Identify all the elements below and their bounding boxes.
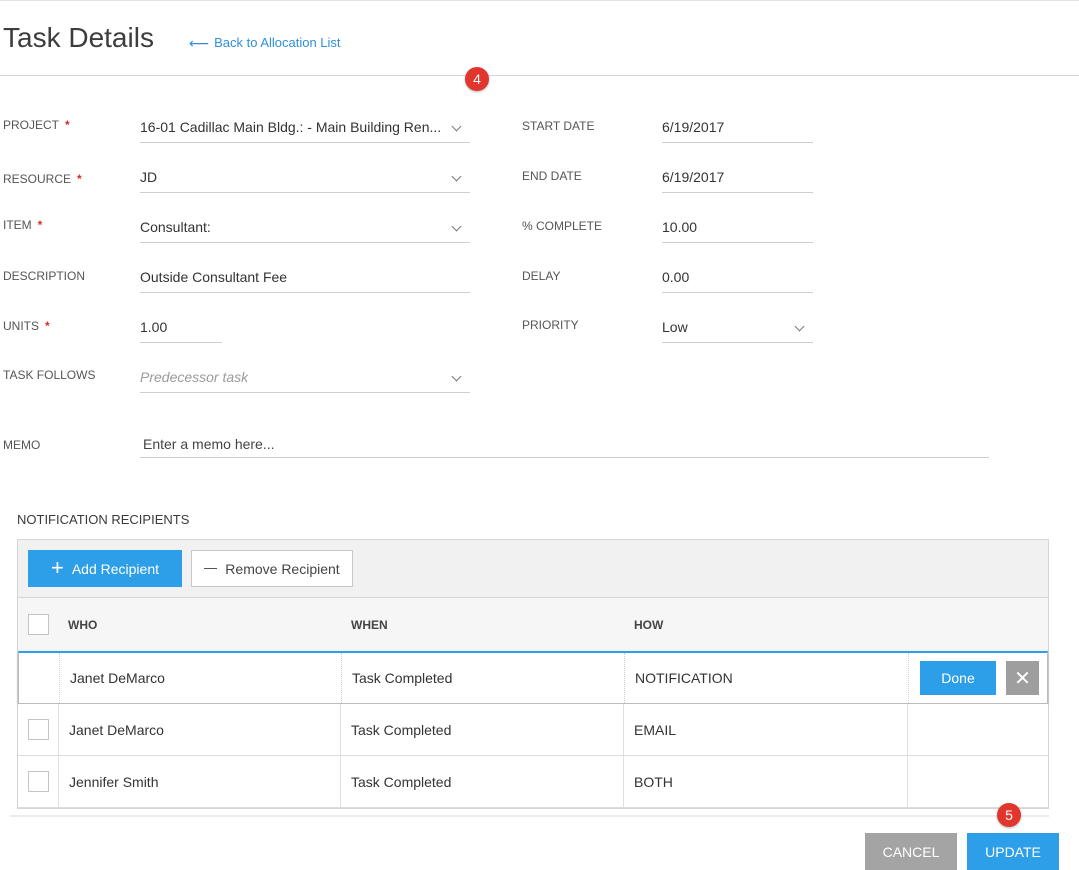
start-date-label: START DATE <box>522 119 595 133</box>
cell-when: Task Completed <box>351 773 452 790</box>
chevron-down-icon <box>451 221 462 232</box>
notification-recipients-title: NOTIFICATION RECIPIENTS <box>17 512 190 527</box>
cell-when: Task Completed <box>351 721 452 738</box>
table-row[interactable]: Janet DeMarco Task Completed EMAIL <box>18 704 1048 756</box>
plus-icon: + <box>50 554 64 580</box>
table-row[interactable]: Jennifer Smith Task Completed BOTH <box>18 756 1048 808</box>
row-checkbox[interactable] <box>28 771 49 792</box>
end-date-field[interactable]: 6/19/2017 <box>662 161 813 193</box>
grid-header-row: WHO WHEN HOW <box>18 598 1048 652</box>
task-follows-select[interactable]: Predecessor task <box>140 361 470 393</box>
close-icon[interactable]: ✕ <box>1006 661 1039 695</box>
cancel-button[interactable]: CANCEL <box>865 833 957 870</box>
project-label: PROJECT * <box>3 118 70 132</box>
recipients-grid: + Add Recipient Remove Recipient WHO WHE… <box>17 539 1049 809</box>
item-select[interactable]: Consultant: <box>140 211 470 243</box>
column-separator <box>907 704 908 755</box>
delay-label: DELAY <box>522 269 561 283</box>
left-arrow-icon: ⟵ <box>189 34 210 51</box>
priority-label: PRIORITY <box>522 318 579 332</box>
column-header-who: WHO <box>68 618 98 632</box>
units-label: UNITS * <box>3 319 50 333</box>
chevron-down-icon <box>451 171 462 182</box>
delay-field[interactable]: 0.00 <box>662 261 813 293</box>
cell-how: EMAIL <box>634 721 677 738</box>
back-to-allocation-list-link[interactable]: ⟵ Back to Allocation List <box>189 35 341 50</box>
update-button[interactable]: UPDATE <box>967 833 1059 870</box>
resource-label: RESOURCE * <box>3 172 82 186</box>
back-link-label: Back to Allocation List <box>214 35 341 50</box>
percent-complete-label: % COMPLETE <box>522 219 603 233</box>
minus-icon <box>204 567 218 570</box>
project-select[interactable]: 16-01 Cadillac Main Bldg.: - Main Buildi… <box>140 111 470 143</box>
remove-recipient-label: Remove Recipient <box>225 560 340 577</box>
cell-how: BOTH <box>634 773 673 790</box>
page-title: Task Details <box>3 22 154 53</box>
units-field[interactable]: 1.00 <box>140 311 222 343</box>
item-label: ITEM * <box>3 218 43 232</box>
step-marker-5: 5 <box>997 803 1021 827</box>
add-recipient-label: Add Recipient <box>71 560 160 577</box>
description-label: DESCRIPTION <box>3 269 86 283</box>
column-header-how: HOW <box>634 618 664 632</box>
column-separator <box>907 756 908 807</box>
row-checkbox[interactable] <box>28 719 49 740</box>
column-separator <box>908 653 909 703</box>
select-all-checkbox[interactable] <box>28 614 49 635</box>
task-follows-label: TASK FOLLOWS <box>3 368 96 382</box>
cell-when[interactable]: Task Completed <box>341 653 452 703</box>
grid-toolbar: + Add Recipient Remove Recipient <box>18 540 1048 598</box>
cell-who[interactable]: Janet DeMarco <box>59 653 165 703</box>
memo-input[interactable]: Enter a memo here... <box>140 430 989 458</box>
start-date-field[interactable]: 6/19/2017 <box>662 111 813 143</box>
add-recipient-button[interactable]: + Add Recipient <box>28 550 182 587</box>
priority-select[interactable]: Low <box>662 311 813 343</box>
cell-who: Janet DeMarco <box>69 721 164 738</box>
chevron-down-icon <box>451 371 462 382</box>
top-border <box>0 0 1079 1</box>
footer-divider <box>10 815 1049 817</box>
header-divider <box>0 75 1079 76</box>
chevron-down-icon <box>794 321 805 332</box>
table-row-editing[interactable]: Janet DeMarco Task Completed NOTIFICATIO… <box>18 651 1048 704</box>
cell-who: Jennifer Smith <box>69 773 159 790</box>
step-marker-4: 4 <box>465 67 489 91</box>
end-date-label: END DATE <box>522 169 582 183</box>
description-field[interactable]: Outside Consultant Fee <box>140 261 470 293</box>
memo-label: MEMO <box>3 438 41 452</box>
resource-select[interactable]: JD <box>140 161 470 193</box>
done-button[interactable]: Done <box>920 661 996 695</box>
chevron-down-icon <box>451 121 462 132</box>
remove-recipient-button[interactable]: Remove Recipient <box>191 550 353 587</box>
column-header-when: WHEN <box>351 618 388 632</box>
cell-how[interactable]: NOTIFICATION <box>624 653 733 703</box>
percent-complete-field[interactable]: 10.00 <box>662 211 813 243</box>
